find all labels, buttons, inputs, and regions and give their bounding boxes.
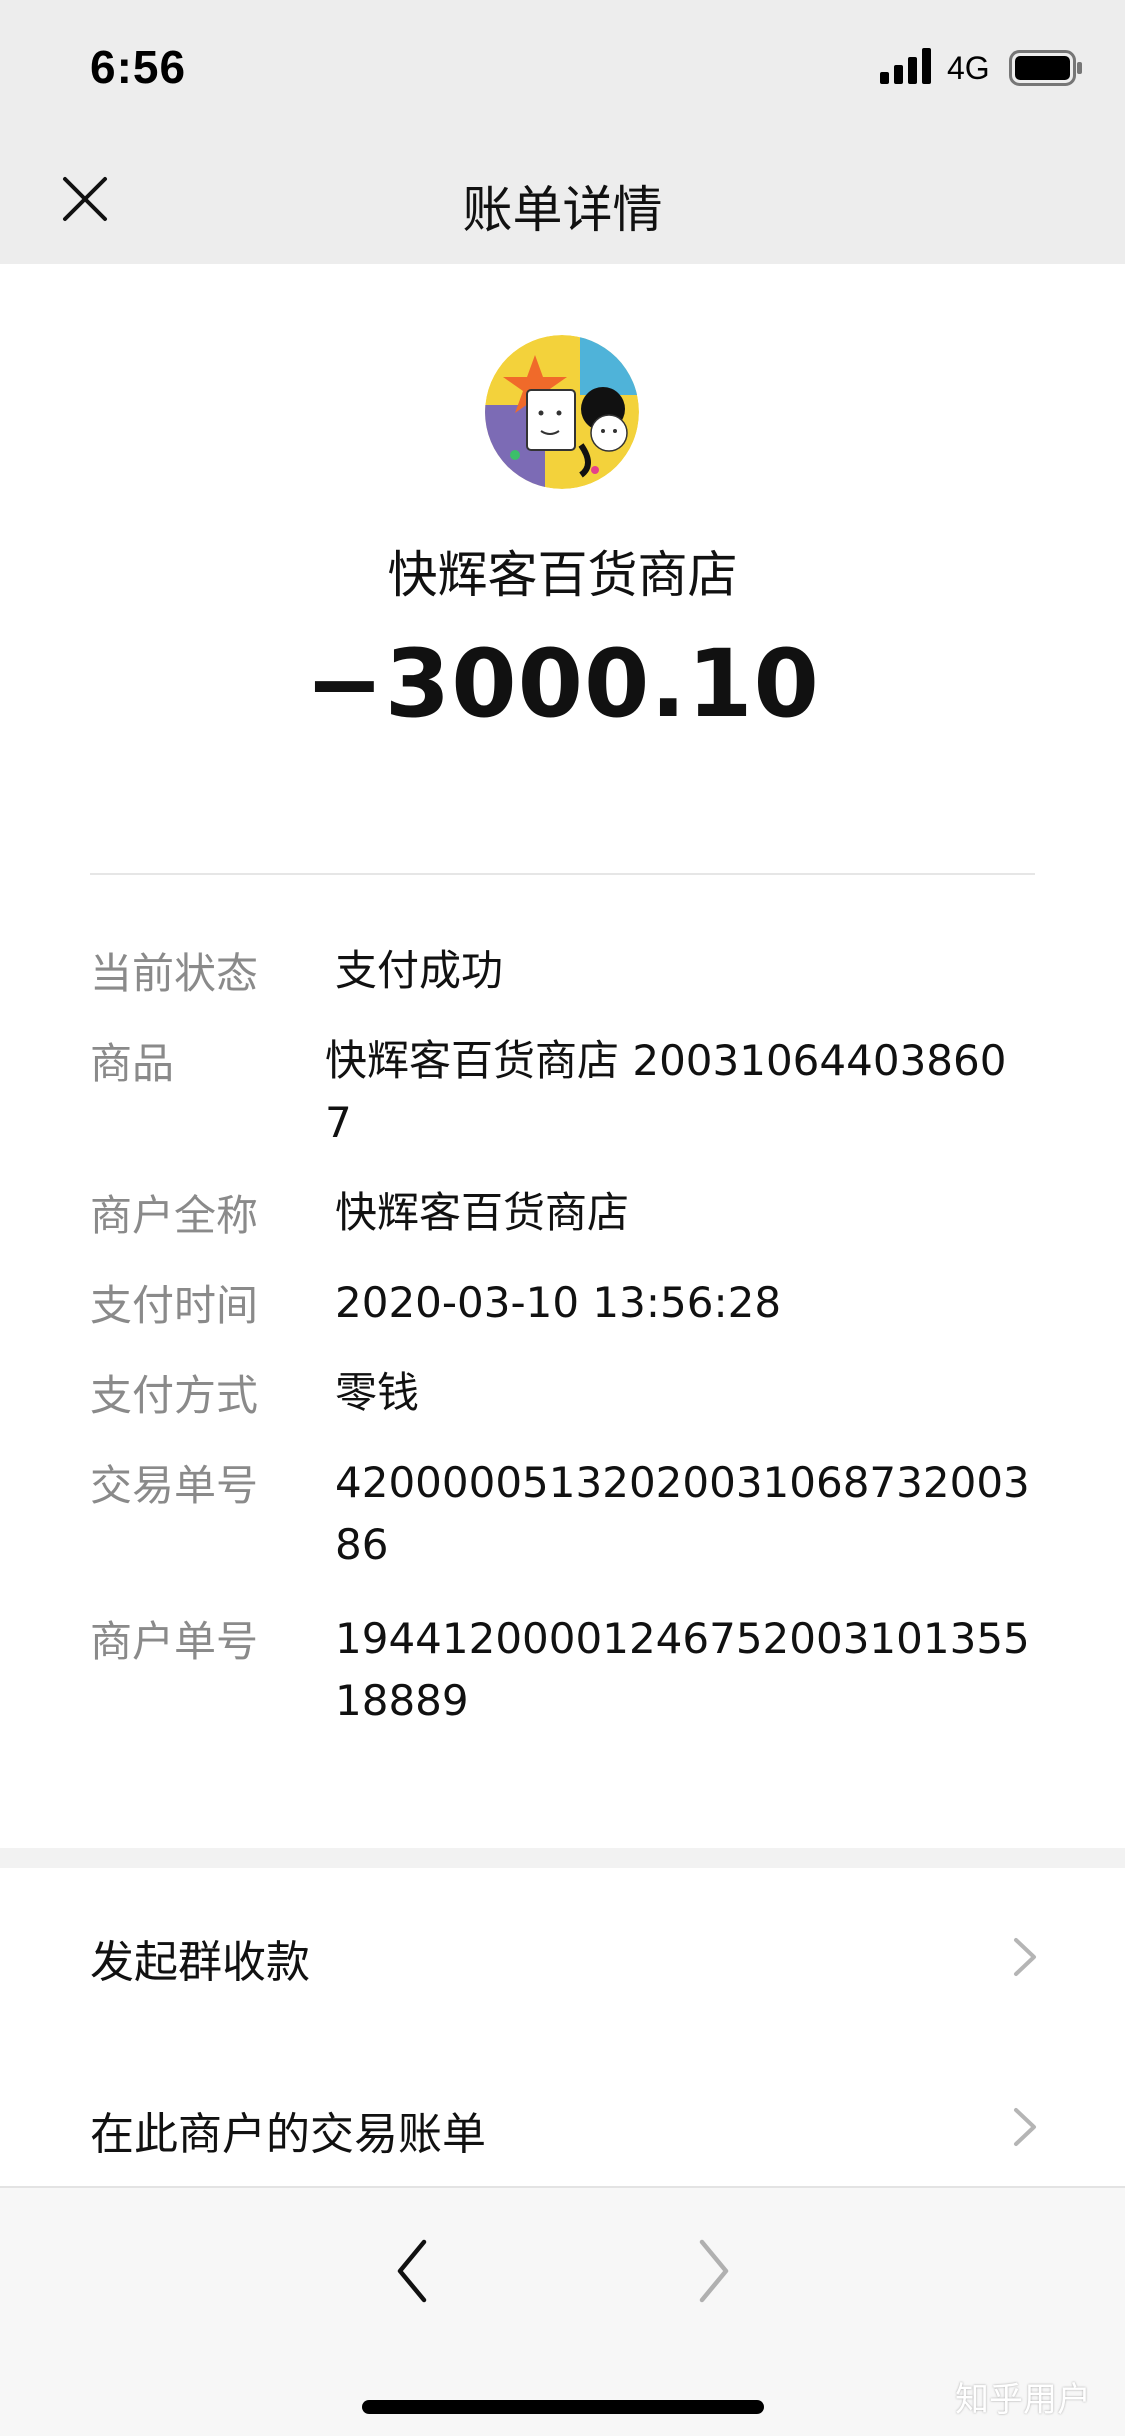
merchant-transactions-item[interactable]: 在此商户的交易账单 [0,2044,1125,2186]
list-item-label: 在此商户的交易账单 [90,2109,486,2160]
detail-label: 支付时间 [90,1281,259,1330]
chevron-right-icon [1014,2108,1036,2146]
merchant-name: 快辉客百货商店 [387,546,738,604]
detail-value: 快辉客百货商店 [335,1188,630,1237]
detail-value: 零钱 [335,1368,420,1417]
detail-value: 支付成功 [335,946,504,995]
detail-value[interactable]: 1944120000124675200310135518889 [335,1608,1035,1732]
merchant-avatar [485,335,639,489]
page-title: 账单详情 [462,181,663,239]
battery-icon [1009,50,1082,86]
chevron-right-icon [1014,1938,1036,1976]
chevron-left-icon[interactable] [392,2236,432,2306]
detail-label: 商品 [90,1039,175,1088]
section-separator [0,1848,1125,1868]
payment-amount: −3000.10 [305,630,820,739]
detail-label: 交易单号 [90,1461,259,1510]
nav-bar: 账单详情 [0,134,1125,264]
detail-label: 支付方式 [90,1371,259,1420]
list-item-label: 发起群收款 [90,1937,310,1988]
status-time: 6:56 [90,41,187,93]
detail-value[interactable]: 4200000513202003106873200386 [335,1452,1035,1576]
detail-label: 当前状态 [90,949,259,998]
detail-label: 商户全称 [90,1191,259,1240]
detail-value: 快辉客百货商店 200310644038607 [325,1036,1007,1147]
home-indicator [362,2400,764,2414]
start-group-collection-item[interactable]: 发起群收款 [0,1868,1125,2044]
detail-label: 商户单号 [90,1617,259,1666]
divider [90,873,1035,875]
chevron-right-icon[interactable] [694,2236,734,2306]
status-bar: 6:56 4G [0,0,1125,134]
signal-icon [880,48,931,84]
detail-value: 2020-03-10 13:56:28 [335,1278,782,1327]
network-label: 4G [947,50,990,86]
watermark: 知乎用户 [955,2380,1091,2420]
